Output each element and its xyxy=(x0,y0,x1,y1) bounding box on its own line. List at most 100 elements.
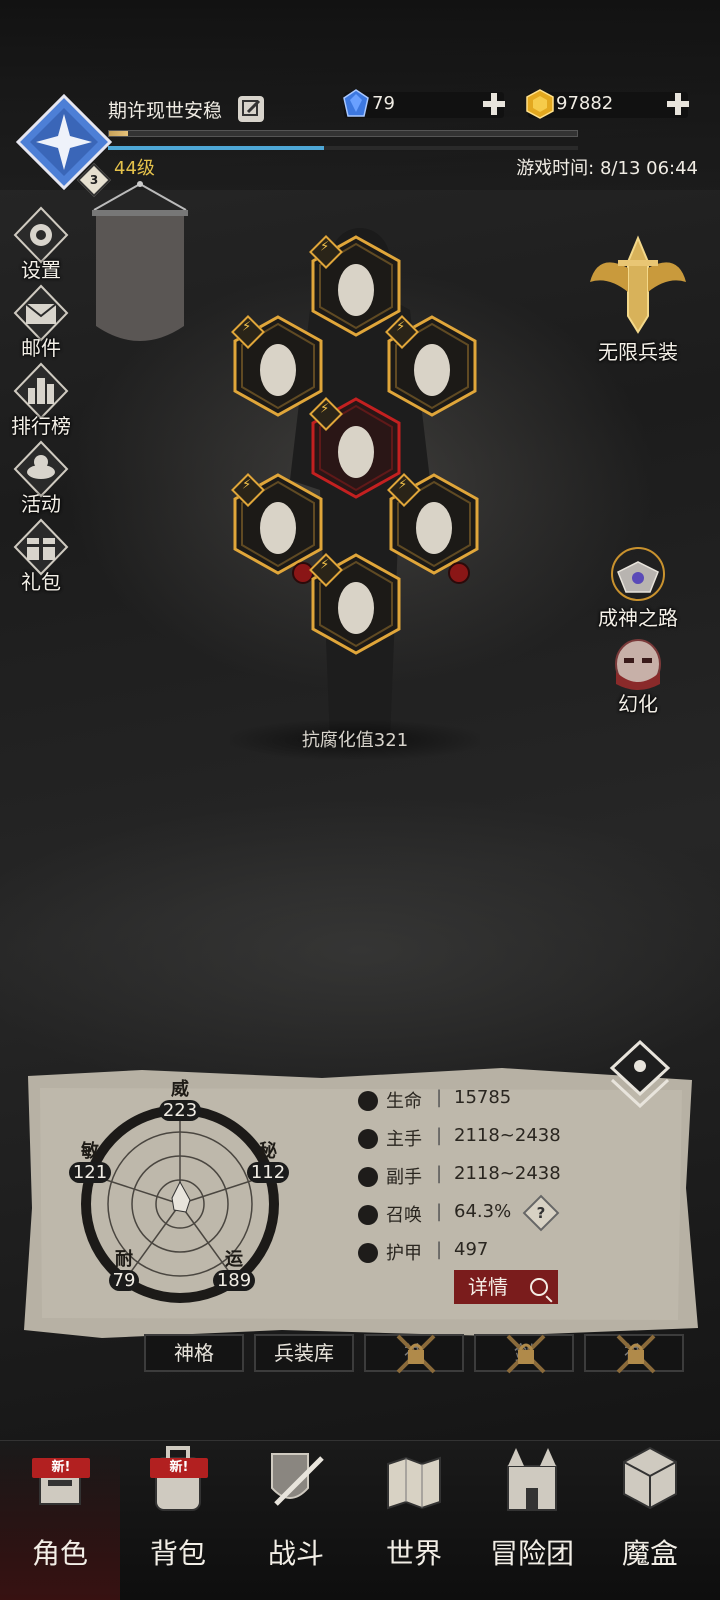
attr-min: 敏 121 xyxy=(60,1142,120,1184)
attr-nai-name: 耐 xyxy=(115,1249,133,1270)
attr-mi: 秘 112 xyxy=(238,1142,298,1184)
battle-icon xyxy=(271,1453,324,1506)
chain-lock-icon xyxy=(616,1334,656,1374)
tab-locked-3[interactable]: 神 xyxy=(584,1334,684,1374)
gold-gem-icon xyxy=(526,89,554,119)
tab-label: 兵装库 xyxy=(274,1341,334,1365)
guild-banner[interactable] xyxy=(90,180,190,356)
gem-amount: 79 xyxy=(372,93,395,114)
settings-label: 设置 xyxy=(21,258,61,282)
greaves-icon xyxy=(338,582,374,634)
edit-icon xyxy=(242,99,261,116)
gift-label: 礼包 xyxy=(21,570,61,594)
player-name: 期许现世安稳 xyxy=(108,100,223,122)
attr-mi-value: 112 xyxy=(246,1162,290,1183)
nav-label: 背包 xyxy=(149,1537,206,1570)
details-button[interactable]: 详情 xyxy=(454,1270,558,1304)
horn-icon xyxy=(416,502,452,554)
gem-currency: 79 xyxy=(343,89,505,118)
sword-icon xyxy=(358,1129,378,1149)
attr-wei: 威 223 xyxy=(150,1080,210,1122)
cube-icon xyxy=(623,1446,677,1510)
nav-map[interactable]: 世界 xyxy=(354,1440,474,1600)
gold-amount: 97882 xyxy=(556,93,614,114)
attr-mi-name: 秘 xyxy=(259,1141,277,1162)
attr-wei-value: 223 xyxy=(158,1100,202,1121)
armor-icon xyxy=(338,426,374,478)
mail-button[interactable]: 邮件 xyxy=(6,284,76,362)
attr-yun-value: 189 xyxy=(212,1270,256,1291)
god-path-label: 成神之路 xyxy=(598,606,678,630)
vitality-fill xyxy=(108,146,325,150)
level-text: 44级 xyxy=(114,158,155,179)
add-gems-button[interactable] xyxy=(480,90,508,118)
stat-name: 副手 xyxy=(386,1167,422,1188)
stat-row-offhand: 副手 | 2118~2438 xyxy=(358,1162,678,1192)
nav-backpack[interactable]: 新! 背包 xyxy=(118,1440,238,1600)
nav-label: 战斗 xyxy=(267,1537,324,1570)
nav-label: 冒险团 xyxy=(489,1537,574,1570)
stat-separator: | xyxy=(436,1125,443,1146)
mask-icon xyxy=(615,639,661,690)
infinite-gear-label: 无限兵装 xyxy=(598,340,678,364)
settings-button[interactable]: 设置 xyxy=(6,206,76,284)
add-gold-button[interactable] xyxy=(664,90,692,118)
stat-name: 主手 xyxy=(386,1129,422,1150)
castle-icon xyxy=(507,1448,557,1511)
nav-battle[interactable]: 战斗 xyxy=(236,1440,356,1600)
backpack-icon xyxy=(155,1446,201,1511)
map-icon xyxy=(387,1456,441,1510)
tab-armory[interactable]: 兵装库 xyxy=(254,1334,354,1372)
stat-value: 497 xyxy=(454,1239,489,1260)
heart-icon xyxy=(358,1091,378,1111)
tab-godhood[interactable]: 神格 xyxy=(144,1334,244,1372)
activity-button[interactable]: 活动 xyxy=(6,440,76,518)
transform-label: 幻化 xyxy=(618,692,658,716)
chain-lock-icon xyxy=(396,1334,436,1374)
attr-yun: 运 189 xyxy=(204,1250,264,1292)
transform-button[interactable]: 幻化 xyxy=(578,638,698,718)
tab-locked-1[interactable]: 神 xyxy=(364,1334,464,1374)
tab-locked-2[interactable]: 剑 xyxy=(474,1334,574,1374)
warning-icon xyxy=(448,562,470,584)
nav-label: 魔盒 xyxy=(621,1537,678,1570)
question-icon: ? xyxy=(536,1204,546,1222)
exp-fill xyxy=(109,131,128,136)
stat-separator: | xyxy=(436,1239,443,1260)
chain-lock-icon xyxy=(506,1334,546,1374)
stat-row-hp: 生命 | 15785 xyxy=(358,1086,678,1116)
gauntlet-icon xyxy=(260,344,296,396)
gourd-icon xyxy=(414,344,450,396)
stat-separator: | xyxy=(436,1087,443,1108)
summon-icon xyxy=(358,1205,378,1225)
nav-cube[interactable]: 魔盒 xyxy=(590,1440,710,1600)
offhand-icon xyxy=(358,1167,378,1187)
gift-button[interactable]: 礼包 xyxy=(6,518,76,596)
nav-helmet[interactable]: 新! 角色 xyxy=(0,1440,120,1600)
scarf-icon xyxy=(338,264,374,316)
attr-nai: 耐 79 xyxy=(94,1250,154,1292)
crest-icon xyxy=(611,547,665,601)
new-badge: 新! xyxy=(32,1458,90,1478)
horn-icon xyxy=(260,502,296,554)
nav-label: 世界 xyxy=(385,1537,442,1570)
leaderboard-button[interactable]: 排行榜 xyxy=(6,362,76,440)
magnifier-icon xyxy=(530,1278,548,1296)
details-label: 详情 xyxy=(468,1275,508,1299)
stat-row-armor: 护甲 | 497 xyxy=(358,1238,678,1268)
activity-label: 活动 xyxy=(21,492,61,516)
god-path-button[interactable]: 成神之路 xyxy=(578,544,698,632)
stat-value: 15785 xyxy=(454,1087,512,1108)
stat-name: 召唤 xyxy=(386,1205,422,1226)
helmet-icon xyxy=(39,1459,81,1505)
nav-castle[interactable]: 冒险团 xyxy=(472,1440,592,1600)
exp-bar xyxy=(108,130,578,137)
game-time: 游戏时间: 8/13 06:44 xyxy=(516,158,698,179)
edit-name-button[interactable] xyxy=(238,96,264,122)
mail-label: 邮件 xyxy=(21,336,61,360)
infinite-gear-button[interactable]: 无限兵装 xyxy=(578,232,698,368)
stat-row-summon: 召唤 | 64.3% xyxy=(358,1200,678,1230)
attr-wei-name: 威 xyxy=(171,1079,189,1100)
stat-name: 护甲 xyxy=(386,1243,422,1264)
attr-nai-value: 79 xyxy=(108,1270,140,1291)
